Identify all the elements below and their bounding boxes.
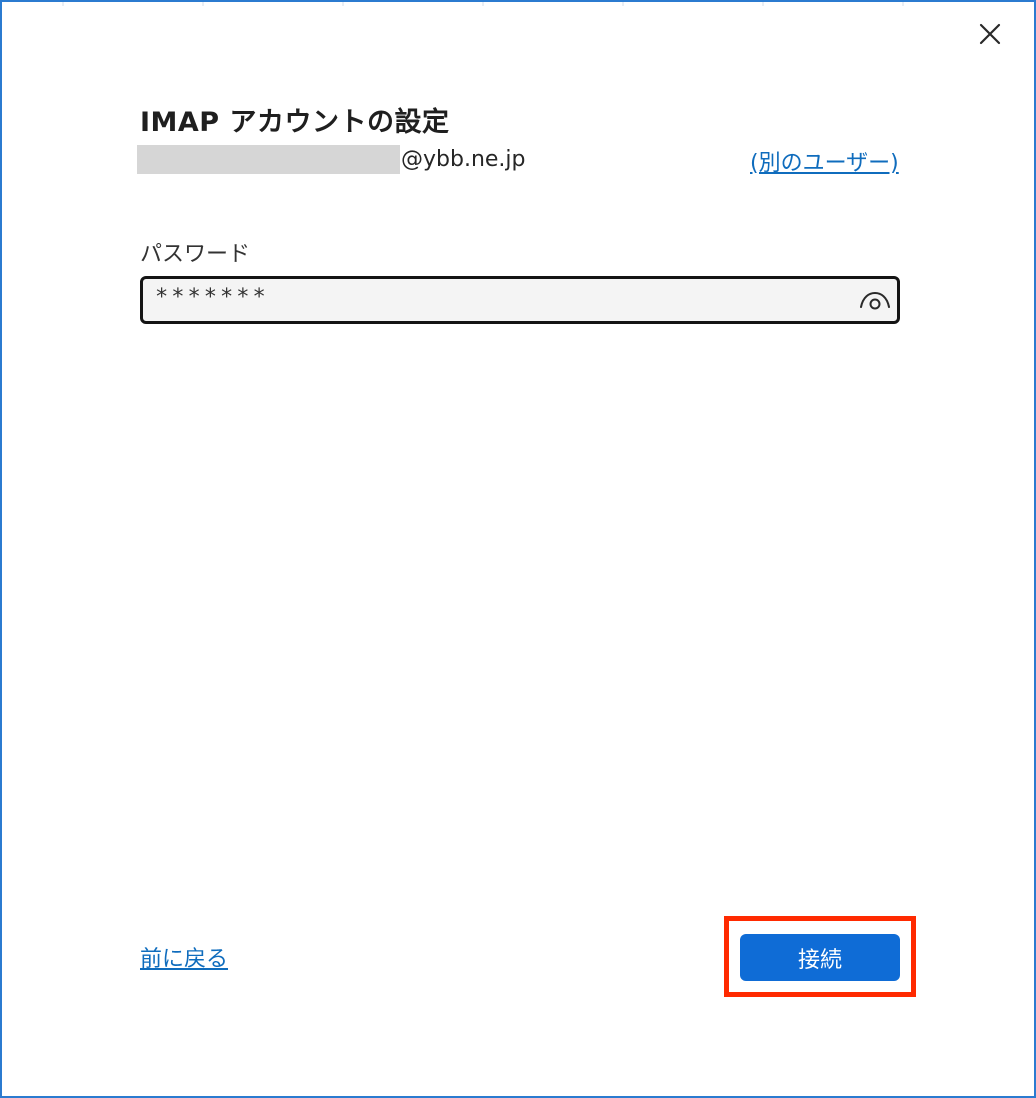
close-button[interactable] [972, 16, 1008, 52]
email-domain: @ybb.ne.jp [401, 146, 526, 172]
switch-user-link[interactable]: (別のユーザー) [750, 145, 899, 177]
imap-account-setup-dialog: IMAP アカウントの設定 @ybb.ne.jp (別のユーザー) パスワード … [0, 0, 1036, 1098]
connect-button[interactable]: 接続 [740, 934, 900, 981]
reveal-password-button[interactable] [857, 285, 893, 315]
dialog-title: IMAP アカウントの設定 [140, 107, 450, 138]
back-link[interactable]: 前に戻る [140, 941, 228, 973]
password-input[interactable]: ******* [140, 276, 900, 324]
background-window-strip [2, 2, 1034, 6]
password-label: パスワード [140, 242, 251, 267]
eye-icon [860, 291, 890, 310]
email-redaction [137, 144, 400, 174]
close-icon [979, 23, 1001, 45]
password-value: ******* [155, 285, 269, 310]
account-email: @ybb.ne.jp [137, 144, 526, 174]
